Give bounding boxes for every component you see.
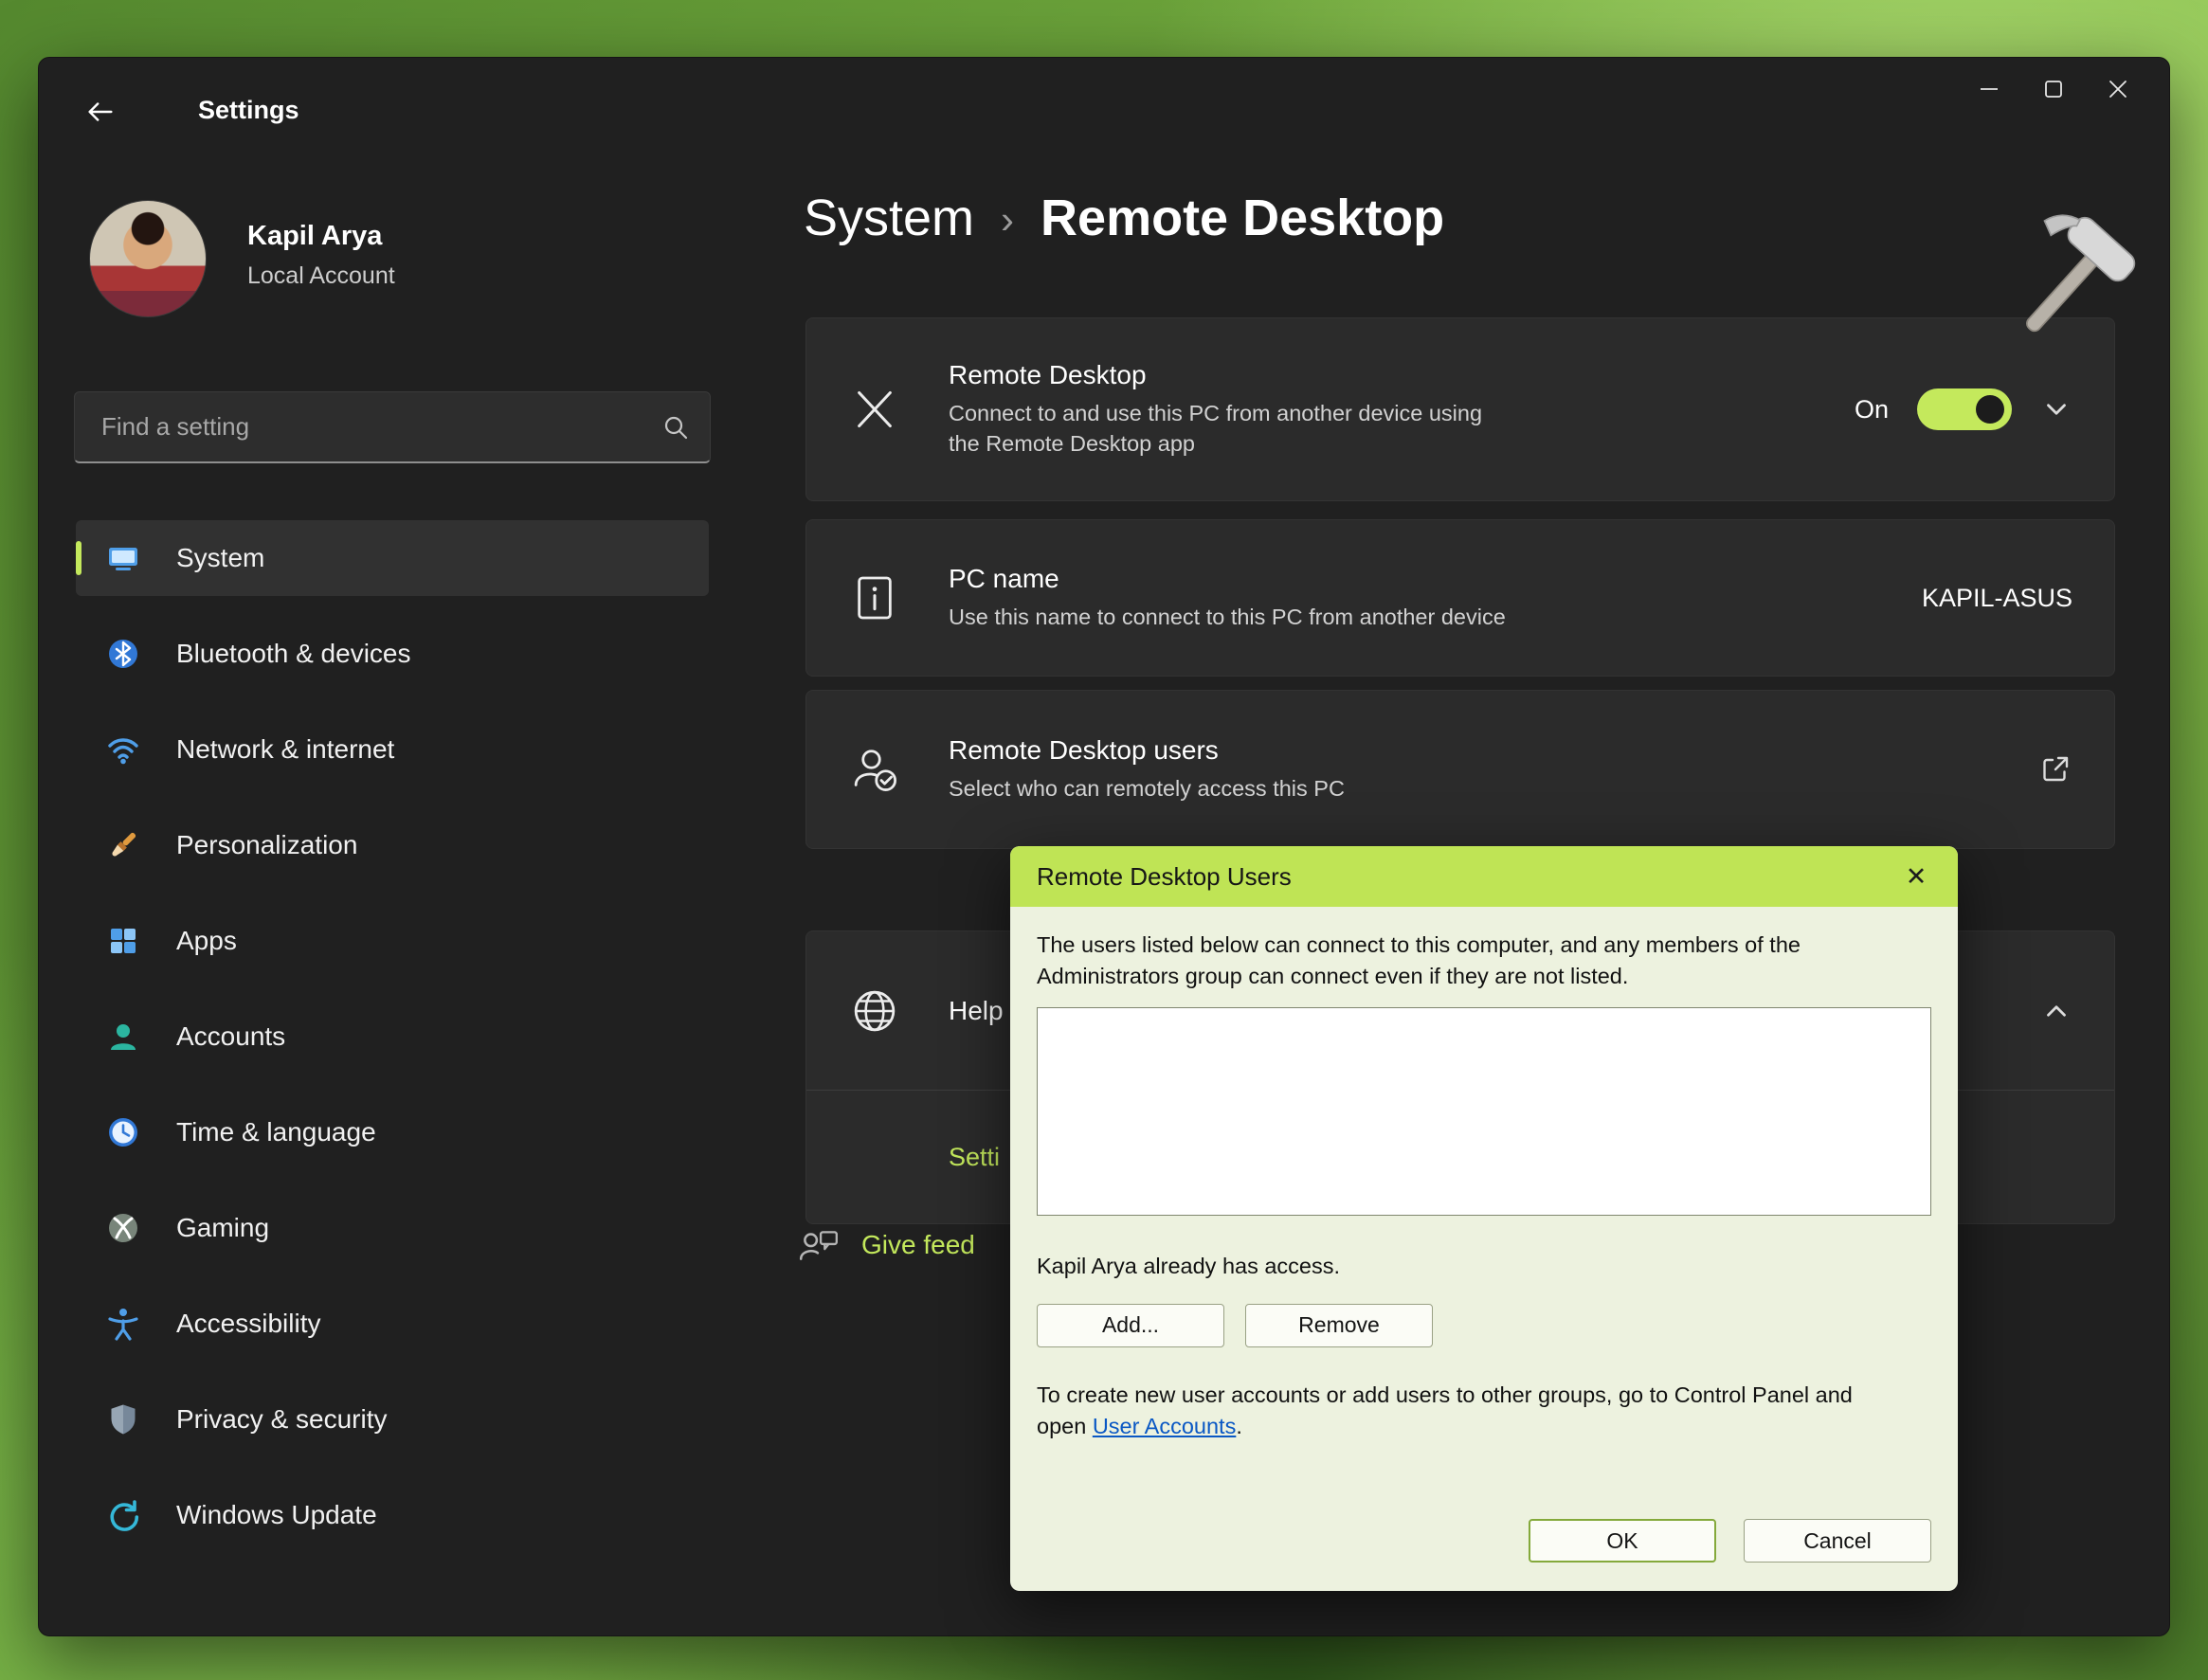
- card-title: Remote Desktop: [949, 360, 1498, 390]
- sidebar-item-label: Time & language: [176, 1117, 376, 1147]
- dialog-title: Remote Desktop Users: [1037, 862, 1292, 892]
- card-title: Help: [949, 996, 1004, 1026]
- remote-desktop-users-dialog: Remote Desktop Users ✕ The users listed …: [1010, 846, 1958, 1591]
- give-feedback-link[interactable]: Give feed: [797, 1223, 975, 1267]
- search-box[interactable]: [74, 391, 711, 463]
- user-account-type: Local Account: [247, 262, 395, 290]
- window-title: Settings: [198, 96, 299, 125]
- feedback-icon: [797, 1223, 841, 1267]
- remote-desktop-icon: [848, 383, 901, 436]
- toggle-knob: [1976, 395, 2004, 424]
- windows-update-icon: [104, 1496, 142, 1534]
- personalization-icon: [104, 826, 142, 864]
- chevron-right-icon: ›: [1001, 193, 1014, 243]
- apps-icon: [104, 922, 142, 960]
- cancel-button[interactable]: Cancel: [1744, 1519, 1931, 1563]
- pc-name-card: PC name Use this name to connect to this…: [805, 519, 2115, 677]
- page-title: Remote Desktop: [1041, 189, 1444, 247]
- accessibility-icon: [104, 1305, 142, 1343]
- sidebar-item-label: Windows Update: [176, 1500, 377, 1530]
- sidebar-item-bluetooth-devices[interactable]: Bluetooth & devices: [76, 616, 709, 692]
- breadcrumb-parent[interactable]: System: [804, 189, 974, 247]
- ok-button[interactable]: OK: [1529, 1519, 1716, 1563]
- sidebar-item-label: Network & internet: [176, 734, 394, 765]
- bluetooth-icon: [104, 635, 142, 673]
- back-button[interactable]: [73, 90, 128, 134]
- sidebar-item-personalization[interactable]: Personalization: [76, 807, 709, 883]
- sidebar-item-network-internet[interactable]: Network & internet: [76, 712, 709, 787]
- pc-name-value: KAPIL-ASUS: [1922, 584, 2072, 613]
- user-accounts-link[interactable]: User Accounts: [1093, 1414, 1237, 1438]
- close-button[interactable]: [2086, 60, 2150, 118]
- time-language-icon: [104, 1113, 142, 1151]
- sidebar-item-label: Gaming: [176, 1213, 269, 1243]
- system-icon: [104, 539, 142, 577]
- dialog-body: The users listed below can connect to th…: [1010, 907, 1958, 1591]
- breadcrumb: System › Remote Desktop: [804, 189, 1444, 247]
- remote-desktop-card[interactable]: Remote Desktop Connect to and use this P…: [805, 317, 2115, 501]
- sidebar-item-apps[interactable]: Apps: [76, 903, 709, 979]
- add-button[interactable]: Add...: [1037, 1304, 1224, 1347]
- chevron-down-icon[interactable]: [2040, 393, 2072, 425]
- card-description: Connect to and use this PC from another …: [949, 398, 1498, 460]
- maximize-button[interactable]: [2021, 60, 2086, 118]
- sidebar-item-label: Bluetooth & devices: [176, 639, 411, 669]
- user-name: Kapil Arya: [247, 221, 382, 252]
- sidebar-item-label: System: [176, 543, 264, 573]
- sidebar-item-label: Accounts: [176, 1021, 285, 1052]
- remove-button[interactable]: Remove: [1245, 1304, 1433, 1347]
- card-description: Select who can remotely access this PC: [949, 773, 1345, 804]
- card-title: PC name: [949, 564, 1506, 594]
- search-input[interactable]: [100, 411, 661, 443]
- back-arrow-icon: [84, 96, 117, 128]
- footer-after: .: [1236, 1414, 1242, 1438]
- sidebar-item-label: Personalization: [176, 830, 357, 860]
- user-check-icon: [848, 743, 901, 796]
- sidebar-item-time-language[interactable]: Time & language: [76, 1094, 709, 1170]
- accounts-icon: [104, 1018, 142, 1056]
- toggle-state-label: On: [1855, 395, 1889, 425]
- avatar: [89, 200, 207, 317]
- sidebar-nav: System Bluetooth & devices Network & int…: [76, 520, 709, 1573]
- sidebar-item-accounts[interactable]: Accounts: [76, 999, 709, 1075]
- sidebar-item-windows-update[interactable]: Windows Update: [76, 1477, 709, 1553]
- access-note: Kapil Arya already has access.: [1037, 1254, 1931, 1279]
- external-link-icon[interactable]: [2038, 752, 2072, 786]
- users-listbox[interactable]: [1037, 1007, 1931, 1216]
- sidebar-item-gaming[interactable]: Gaming: [76, 1190, 709, 1266]
- sidebar-item-accessibility[interactable]: Accessibility: [76, 1286, 709, 1362]
- network-icon: [104, 731, 142, 768]
- hammer-cursor-icon: [1990, 203, 2151, 364]
- pc-name-icon: [848, 571, 901, 624]
- minimize-button[interactable]: [1957, 60, 2021, 118]
- dialog-close-icon[interactable]: ✕: [1895, 856, 1937, 897]
- sidebar-item-label: Apps: [176, 926, 237, 956]
- card-title: Remote Desktop users: [949, 735, 1345, 766]
- sidebar-item-label: Accessibility: [176, 1309, 320, 1339]
- sidebar-item-privacy-security[interactable]: Privacy & security: [76, 1382, 709, 1457]
- sidebar-item-label: Privacy & security: [176, 1404, 388, 1435]
- gaming-icon: [104, 1209, 142, 1247]
- globe-icon: [848, 985, 901, 1038]
- remote-desktop-users-card[interactable]: Remote Desktop users Select who can remo…: [805, 690, 2115, 849]
- dialog-titlebar: Remote Desktop Users ✕: [1010, 846, 1958, 907]
- feedback-label: Give feed: [861, 1230, 975, 1260]
- chevron-up-icon[interactable]: [2040, 995, 2072, 1027]
- search-icon: [661, 412, 691, 443]
- card-description: Use this name to connect to this PC from…: [949, 602, 1506, 632]
- privacy-security-icon: [104, 1400, 142, 1438]
- dialog-footer-text: To create new user accounts or add users…: [1037, 1380, 1867, 1443]
- dialog-description: The users listed below can connect to th…: [1037, 930, 1931, 992]
- help-related-link[interactable]: Setti: [949, 1143, 1000, 1172]
- remote-desktop-toggle[interactable]: [1917, 388, 2012, 430]
- window-controls: [1957, 60, 2150, 118]
- sidebar-item-system[interactable]: System: [76, 520, 709, 596]
